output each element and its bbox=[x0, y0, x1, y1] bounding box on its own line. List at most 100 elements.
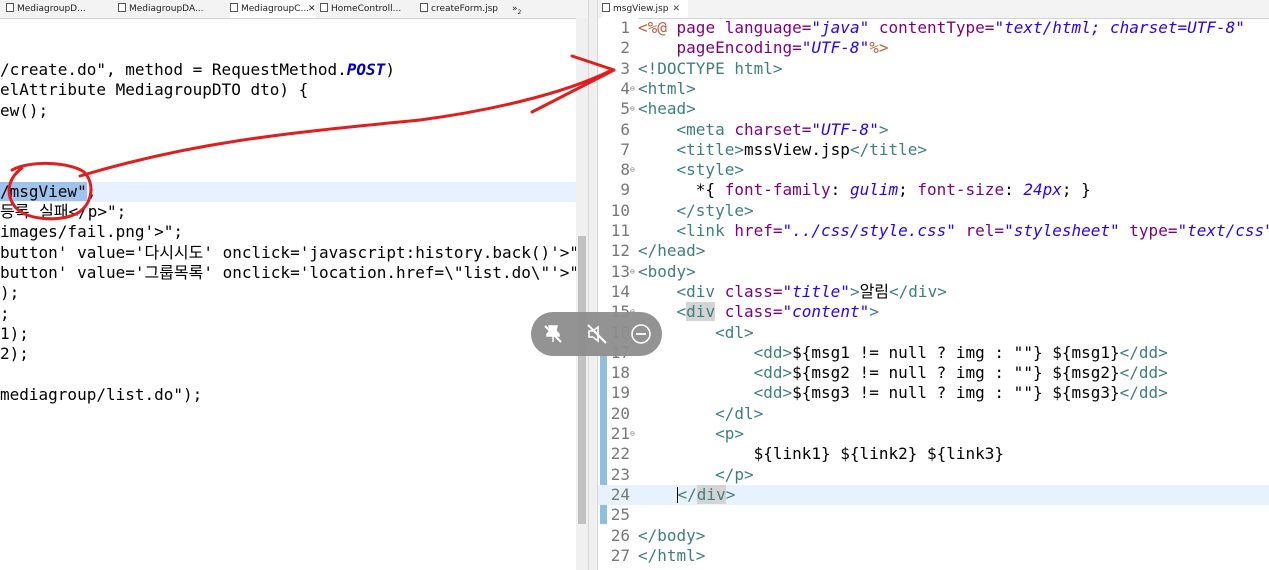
code-text: <dd>${msg3 != null ? img : ""} ${msg3}</… bbox=[638, 383, 1168, 403]
code-token: </dl> bbox=[638, 403, 764, 423]
code-line[interactable]: 18 <dd>${msg2 != null ? img : ""} ${msg2… bbox=[598, 363, 1269, 383]
fold-toggle-icon[interactable]: ⊖ bbox=[630, 160, 638, 180]
minimize-icon[interactable] bbox=[629, 322, 653, 346]
code-token: font-family bbox=[724, 180, 831, 200]
editor-split-divider[interactable] bbox=[588, 0, 598, 570]
code-line[interactable]: 23 </p> bbox=[598, 465, 1269, 485]
code-line[interactable]: 10 </style> bbox=[598, 201, 1269, 221]
code-line[interactable] bbox=[0, 365, 576, 385]
code-line[interactable]: 26 </body> bbox=[598, 526, 1269, 546]
left-editor[interactable]: MediagroupD... MediagroupDA... Mediagrou… bbox=[0, 0, 588, 570]
code-line[interactable]: 7 <title>mssView.jsp</title> bbox=[598, 140, 1269, 160]
code-line[interactable]: 20 </dl> bbox=[598, 404, 1269, 424]
code-token: </html> bbox=[638, 545, 706, 565]
code-text: </div> bbox=[638, 484, 735, 505]
editor-tab[interactable]: createForm.jsp bbox=[420, 0, 508, 18]
code-token: <link bbox=[638, 221, 735, 240]
code-line[interactable]: 6 <meta charset="UTF-8"> bbox=[598, 120, 1269, 140]
code-line[interactable]: 19 <dd>${msg3 != null ? img : ""} ${msg3… bbox=[598, 383, 1269, 403]
line-number: 1 bbox=[620, 18, 630, 37]
code-line[interactable]: 1); bbox=[0, 324, 576, 344]
code-line[interactable]: 12 </head> bbox=[598, 241, 1269, 261]
line-number: 22 bbox=[610, 444, 630, 464]
code-line[interactable]: mediagroup/list.do"); bbox=[0, 385, 576, 405]
code-line[interactable] bbox=[0, 121, 576, 141]
code-line[interactable]: 3 <!DOCTYPE html> bbox=[598, 59, 1269, 79]
code-line[interactable]: 8 ⊖ <style> bbox=[598, 160, 1269, 180]
code-line[interactable]: /create.do", method = RequestMethod.POST… bbox=[0, 60, 576, 80]
pin-off-icon[interactable] bbox=[541, 322, 565, 346]
code-token: </p> bbox=[638, 464, 754, 484]
code-token: "UTF-8" bbox=[801, 38, 870, 58]
code-line[interactable]: 27 </html> bbox=[598, 546, 1269, 566]
code-token: <html> bbox=[638, 78, 696, 98]
code-token: <dd> bbox=[638, 363, 793, 383]
code-line[interactable]: button' value='다시시도' onclick='javascript… bbox=[0, 243, 588, 263]
code-line[interactable]: 1 <%@ page language="java" contentType="t… bbox=[598, 18, 1269, 38]
fold-toggle-icon[interactable]: ⊖ bbox=[630, 99, 638, 119]
code-line[interactable]: 15⊖ <div class="content"> bbox=[598, 302, 1269, 322]
code-line[interactable]: 2 pageEncoding="UTF-8"%> bbox=[598, 38, 1269, 58]
code-line[interactable]: /msgView"; bbox=[0, 181, 576, 203]
code-token: 알림 bbox=[859, 281, 890, 301]
code-token: button' value='그룹목록' onclick='location.h… bbox=[0, 263, 588, 282]
code-line[interactable]: ew(); bbox=[0, 101, 576, 121]
code-line[interactable]: elAttribute MediagroupDTO dto) { bbox=[0, 80, 576, 100]
tab-close-icon[interactable]: ✕ bbox=[672, 4, 680, 14]
code-line[interactable]: 22 ${link1} ${link2} ${link3} bbox=[598, 444, 1269, 464]
fold-toggle-icon[interactable]: ⊖ bbox=[630, 79, 638, 99]
code-token: ; bbox=[0, 303, 10, 323]
code-line[interactable]: ; bbox=[0, 304, 576, 324]
code-line[interactable]: 24 </div> bbox=[598, 484, 1269, 506]
code-line[interactable]: images/fail.png'>"; bbox=[0, 222, 576, 242]
code-line[interactable]: 9 *{ font-family: gulim; font-size: 24px… bbox=[598, 180, 1269, 200]
code-line[interactable]: ); bbox=[0, 283, 576, 303]
code-line[interactable]: 13 ⊖ <body> bbox=[598, 262, 1269, 282]
editor-tab-active[interactable]: MediagroupC... bbox=[230, 0, 316, 18]
code-text: <div class="content"> bbox=[638, 302, 879, 322]
fold-toggle-icon[interactable]: ⊖ bbox=[630, 424, 638, 444]
mute-icon[interactable] bbox=[585, 322, 609, 346]
editor-tab[interactable]: MediagroupDA... bbox=[118, 0, 226, 18]
right-editor[interactable]: msgView.jsp ✕ 1 <%@ page language="java" c… bbox=[598, 0, 1269, 570]
fold-toggle-icon[interactable]: ⊖ bbox=[630, 262, 638, 282]
editor-tab[interactable]: HomeControll... bbox=[320, 0, 420, 18]
code-token: > bbox=[849, 281, 860, 301]
code-line[interactable]: 11 <link href="../css/style.css" rel="st… bbox=[598, 221, 1269, 241]
code-line[interactable]: 21 ⊖ <p> bbox=[598, 424, 1269, 444]
code-line[interactable] bbox=[0, 162, 576, 182]
editor-tab-active[interactable]: msgView.jsp ✕ bbox=[602, 0, 688, 18]
tab-close-icon[interactable]: ✕ bbox=[308, 0, 318, 18]
code-line[interactable]: 2); bbox=[0, 344, 576, 364]
editor-tab[interactable]: MediagroupD... bbox=[6, 0, 114, 18]
code-text: </body> bbox=[638, 526, 705, 546]
java-file-icon bbox=[118, 3, 126, 12]
code-line[interactable]: 17 <dd>${msg1 != null ? img : ""} ${msg1… bbox=[598, 343, 1269, 363]
code-line[interactable]: 14 <div class="title">알림</div> bbox=[598, 282, 1269, 302]
code-text: <body> bbox=[638, 262, 696, 282]
code-token: <meta bbox=[638, 119, 735, 139]
code-line[interactable] bbox=[0, 141, 576, 161]
code-line[interactable]: button' value='그룹목록' onclick='location.h… bbox=[0, 263, 588, 283]
code-text: <html> bbox=[638, 79, 696, 99]
left-scrollbar-thumb[interactable] bbox=[578, 236, 586, 524]
code-line[interactable]: 5 ⊖ <head> bbox=[598, 99, 1269, 119]
line-number: 8 bbox=[620, 160, 630, 180]
right-code-area[interactable]: 1 <%@ page language="java" contentType="t… bbox=[598, 18, 1269, 570]
line-number: 12 bbox=[610, 241, 630, 261]
code-token: </dd> bbox=[1119, 383, 1168, 403]
code-line[interactable]: 4 ⊖ <html> bbox=[598, 79, 1269, 99]
code-text: </dl> bbox=[638, 404, 763, 424]
code-token: mediagroup/list.do"); bbox=[0, 384, 203, 404]
line-number: 11 bbox=[610, 221, 630, 240]
code-token: </ bbox=[677, 484, 697, 504]
line-number: 26 bbox=[610, 525, 630, 545]
code-line[interactable]: 등록 실패</p>"; bbox=[0, 202, 576, 222]
code-line[interactable]: 16⊖ <dl> bbox=[598, 323, 1269, 343]
code-token: ) bbox=[385, 60, 395, 79]
tab-overflow-button[interactable]: »2 bbox=[512, 0, 536, 18]
code-text: <p> bbox=[638, 424, 744, 444]
code-text: <style> bbox=[638, 160, 744, 180]
code-line[interactable]: 25 bbox=[598, 505, 1269, 525]
left-scrollbar[interactable] bbox=[576, 18, 588, 570]
